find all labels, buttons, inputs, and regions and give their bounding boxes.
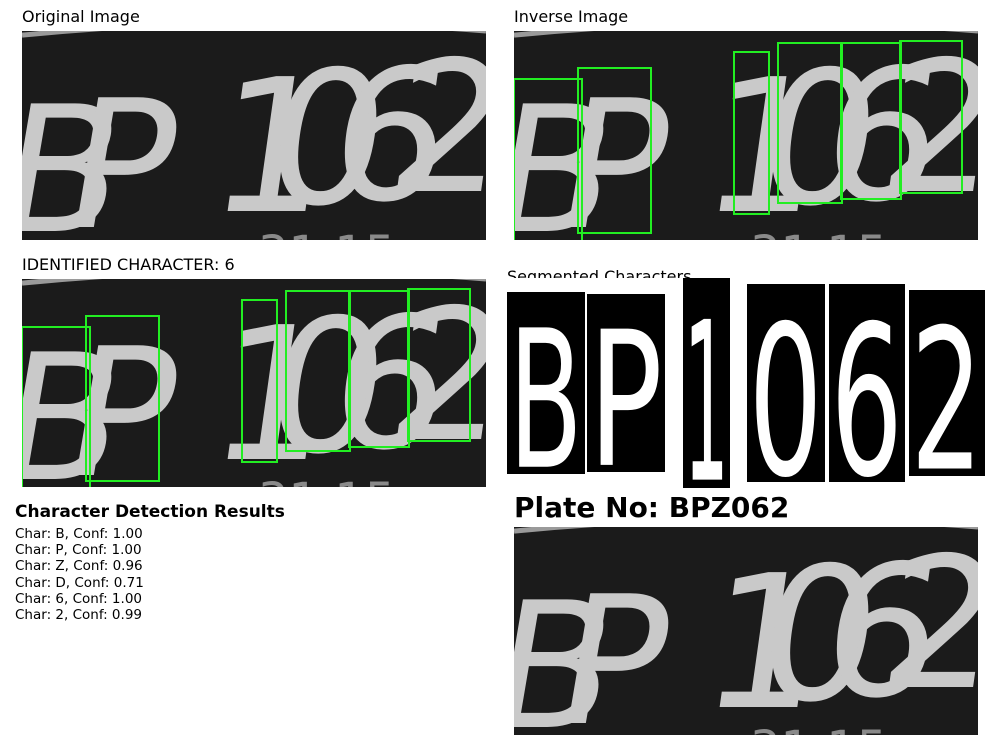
detection-line: Char: 2, Conf: 0.99 (15, 607, 142, 624)
detection-line: Char: D, Conf: 0.71 (15, 574, 144, 591)
inverse-image: BP106231 15 (514, 31, 978, 240)
segment-glyph: 6 (831, 282, 903, 488)
identified-character-title: IDENTIFIED CHARACTER: 6 (22, 255, 235, 274)
detection-line: Char: Z, Conf: 0.96 (15, 558, 143, 575)
plate-number-result: Plate No: BPZ062 (514, 491, 790, 524)
detection-line: Char: B, Conf: 1.00 (15, 526, 143, 542)
segment-glyph: P (589, 293, 663, 488)
detection-line: Char: 6, Conf: 1.00 (15, 590, 142, 607)
segment-glyph: 2 (911, 289, 983, 488)
plate-line2-text: 31 15 (750, 721, 887, 735)
plate-line2-text: 31 15 (258, 226, 395, 240)
segment-glyph: B (509, 291, 583, 488)
segment-glyph: 0 (749, 282, 823, 488)
identified-character-image: BP106231 15 (22, 279, 486, 487)
final-plate-image: BP106231 15 (514, 527, 978, 735)
results-title: Character Detection Results (15, 502, 285, 522)
detection-line: Char: P, Conf: 1.00 (15, 542, 142, 559)
original-image: BP106231 15 (22, 31, 486, 240)
plate-line2-text: 31 15 (750, 226, 887, 240)
original-image-title: Original Image (22, 7, 140, 26)
plate-line2-text: 31 15 (258, 473, 395, 487)
inverse-image-title: Inverse Image (514, 7, 629, 26)
segment-glyph: 1 (684, 278, 729, 488)
detection-results-list: Char: B, Conf: 1.00 Char: P, Conf: 1.00 … (15, 526, 144, 623)
segmented-characters-image: BP1062 (507, 278, 987, 488)
